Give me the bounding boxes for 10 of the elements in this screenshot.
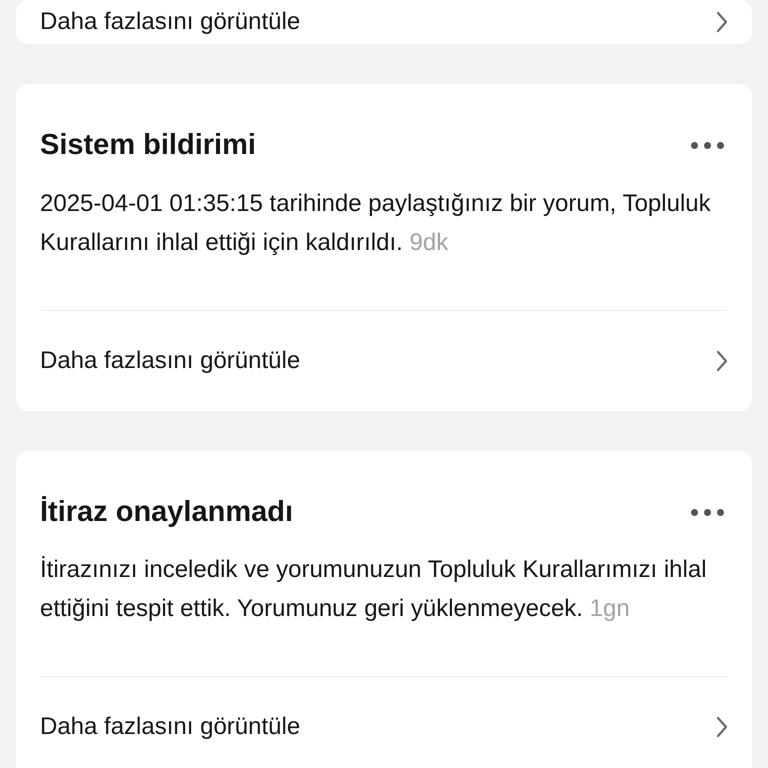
chevron-right-icon bbox=[716, 716, 728, 738]
chevron-right-icon bbox=[716, 350, 728, 372]
view-more-link[interactable]: Daha fazlasını görüntüle bbox=[40, 677, 728, 768]
chevron-right-icon bbox=[716, 11, 728, 33]
view-more-link[interactable]: Daha fazlasını görüntüle bbox=[40, 310, 728, 410]
card-title: İtiraz onaylanmadı bbox=[40, 494, 294, 530]
notification-message: İtirazınızı inceledik ve yorumunuzun Topluluk Kurallarımızı ihlal ettiğini tespit ettik. Yorumunuz geri yüklenmeyecek. 1gn bbox=[40, 550, 728, 677]
card-title: Sistem bildirimi bbox=[40, 128, 256, 163]
notification-message: 2025-04-01 01:35:15 tarihinde paylaştığınız bir yorum, Topluluk Kurallarını ihlal ettiği için kaldırıldı. 9dk bbox=[40, 184, 728, 310]
view-more-link[interactable]: Daha fazlasını görüntüle bbox=[40, 0, 728, 44]
